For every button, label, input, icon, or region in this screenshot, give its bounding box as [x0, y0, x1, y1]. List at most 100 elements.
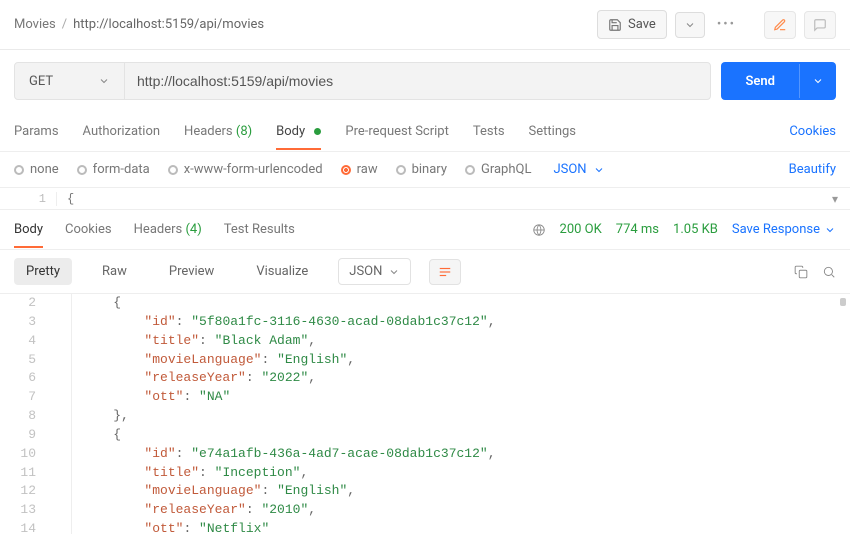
line-number: 7	[0, 388, 50, 407]
urlbar: GET	[14, 62, 711, 100]
line-code: {	[82, 426, 121, 445]
send-dropdown[interactable]	[799, 64, 836, 98]
response-line: 12 "movieLanguage": "English",	[0, 482, 850, 501]
line-number: 8	[0, 407, 50, 426]
edit-button[interactable]	[764, 11, 796, 39]
tab-headers-label: Headers	[184, 124, 233, 139]
tab-settings[interactable]: Settings	[529, 114, 576, 149]
radio-xfu[interactable]: x-www-form-urlencoded	[168, 162, 323, 177]
raw-language-label: JSON	[553, 162, 586, 177]
response-line: 7 "ott": "NA"	[0, 388, 850, 407]
save-response-dropdown[interactable]: Save Response	[732, 222, 836, 237]
request-row: GET Send	[0, 50, 850, 112]
globe-icon[interactable]	[532, 223, 546, 237]
tab-prerequest[interactable]: Pre-request Script	[345, 114, 448, 149]
cookies-link[interactable]: Cookies	[789, 124, 836, 139]
chevron-down-icon	[812, 75, 824, 87]
line-code: "title": "Black Adam",	[82, 332, 316, 351]
fold-gutter	[50, 464, 72, 483]
comment-icon	[813, 18, 827, 32]
fold-gutter	[50, 407, 72, 426]
fold-gutter	[50, 369, 72, 388]
resp-tab-body[interactable]: Body	[14, 212, 43, 247]
response-line: 14 "ott": "Netflix"	[0, 520, 850, 534]
wrap-icon	[438, 265, 452, 279]
chevron-down-icon	[388, 266, 400, 278]
view-visualize[interactable]: Visualize	[244, 258, 320, 285]
response-line: 13 "releaseYear": "2010",	[0, 501, 850, 520]
response-view-controls: Pretty Raw Preview Visualize JSON	[0, 250, 850, 294]
comment-button[interactable]	[804, 11, 836, 39]
tab-tests[interactable]: Tests	[473, 114, 505, 149]
fold-gutter	[50, 482, 72, 501]
radio-graphql[interactable]: GraphQL	[465, 162, 531, 177]
tab-headers[interactable]: Headers (8)	[184, 114, 252, 149]
line-number: 14	[0, 520, 50, 534]
copy-icon[interactable]	[794, 265, 808, 279]
line-number: 11	[0, 464, 50, 483]
pencil-icon	[773, 18, 787, 32]
tab-authorization[interactable]: Authorization	[83, 114, 161, 149]
save-dropdown[interactable]	[675, 12, 705, 38]
line-code: "movieLanguage": "English",	[82, 351, 355, 370]
line-number: 5	[0, 351, 50, 370]
tab-params[interactable]: Params	[14, 114, 59, 149]
view-pretty[interactable]: Pretty	[14, 258, 72, 285]
fold-gutter	[50, 426, 72, 445]
breadcrumb-sep: /	[62, 17, 67, 32]
body-modified-dot	[314, 128, 321, 135]
chevron-down-icon	[684, 19, 696, 31]
view-preview[interactable]: Preview	[157, 258, 226, 285]
fold-gutter	[50, 445, 72, 464]
fold-gutter	[50, 332, 72, 351]
resp-tab-headers[interactable]: Headers (4)	[134, 212, 202, 247]
more-menu[interactable]: •••	[713, 17, 740, 32]
radio-none[interactable]: none	[14, 162, 59, 177]
fold-icon[interactable]: ▾	[832, 192, 838, 207]
line-code: "ott": "NA"	[82, 388, 230, 407]
line-code: "id": "5f80a1fc-3116-4630-acad-08dab1c37…	[82, 313, 496, 332]
line-number: 10	[0, 445, 50, 464]
response-line: 4 "title": "Black Adam",	[0, 332, 850, 351]
status-time: 774 ms	[616, 222, 659, 237]
line-number: 12	[0, 482, 50, 501]
save-label: Save	[628, 17, 656, 32]
url-input[interactable]	[125, 63, 710, 99]
status-size: 1.05 KB	[673, 222, 718, 237]
save-icon	[608, 18, 622, 32]
radio-binary[interactable]: binary	[396, 162, 447, 177]
chevron-down-icon	[824, 224, 836, 236]
line-code: "movieLanguage": "English",	[82, 482, 355, 501]
beautify-link[interactable]: Beautify	[789, 162, 836, 177]
search-icon[interactable]	[822, 265, 836, 279]
resp-tab-cookies[interactable]: Cookies	[65, 212, 112, 247]
fold-gutter	[50, 351, 72, 370]
chevron-down-icon	[98, 75, 110, 87]
line-code: "releaseYear": "2022",	[82, 369, 316, 388]
fold-gutter	[50, 294, 72, 313]
response-format-select[interactable]: JSON	[338, 258, 411, 285]
response-viewer[interactable]: 2 {3 "id": "5f80a1fc-3116-4630-acad-08da…	[0, 294, 850, 534]
line-code: "ott": "Netflix"	[82, 520, 269, 534]
line-number: 4	[0, 332, 50, 351]
method-select[interactable]: GET	[15, 63, 125, 99]
fold-gutter	[50, 501, 72, 520]
save-button[interactable]: Save	[597, 10, 667, 39]
breadcrumb-root[interactable]: Movies	[14, 17, 56, 32]
radio-raw[interactable]: raw	[341, 162, 378, 177]
chevron-down-icon	[593, 164, 605, 176]
request-body-editor[interactable]: 1 { ▾	[0, 188, 850, 210]
line-code: "id": "e74a1afb-436a-4ad7-acae-08dab1c37…	[82, 445, 496, 464]
tab-body[interactable]: Body	[276, 114, 321, 149]
radio-form-data[interactable]: form-data	[77, 162, 150, 177]
resp-tab-test-results[interactable]: Test Results	[224, 212, 295, 247]
view-raw[interactable]: Raw	[90, 258, 139, 285]
wrap-toggle[interactable]	[429, 259, 461, 285]
line-code: "releaseYear": "2010",	[82, 501, 316, 520]
breadcrumb-current: http://localhost:5159/api/movies	[73, 17, 264, 32]
breadcrumb[interactable]: Movies / http://localhost:5159/api/movie…	[14, 17, 264, 32]
line-number: 2	[0, 294, 50, 313]
raw-language-select[interactable]: JSON	[553, 162, 604, 177]
send-button[interactable]: Send	[721, 62, 836, 100]
response-line: 11 "title": "Inception",	[0, 464, 850, 483]
